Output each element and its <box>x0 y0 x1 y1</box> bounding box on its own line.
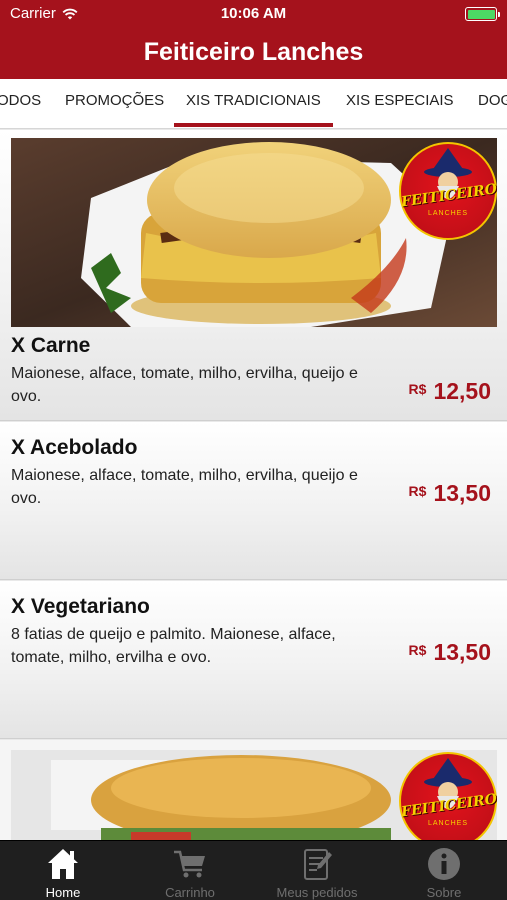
tab-xis-tradicionais[interactable]: XIS TRADICIONAIS <box>174 79 333 128</box>
item-description: 8 fatias de queijo e palmito. Maionese, … <box>11 626 336 666</box>
list-item[interactable]: X Vegetariano 8 fatias de queijo e palmi… <box>0 581 507 739</box>
app-header: Carrier 10:06 AM Feiticeiro Lanches <box>0 0 507 79</box>
tabbar-home[interactable]: Home <box>0 841 126 900</box>
price-value: 13,50 <box>433 480 491 506</box>
tabbar-label: Home <box>45 885 81 900</box>
tabbar-meus-pedidos[interactable]: Meus pedidos <box>254 841 380 900</box>
price-currency: R$ <box>408 381 427 397</box>
tab-todos[interactable]: ODOS <box>0 79 41 128</box>
tab-promocoes[interactable]: PROMOÇÕES <box>65 79 164 128</box>
item-name: X Vegetariano <box>11 595 150 618</box>
tab-xis-especiais[interactable]: XIS ESPECIAIS <box>346 79 454 128</box>
list-item[interactable]: X Acebolado Maionese, alface, tomate, mi… <box>0 422 507 580</box>
item-price: R$ 13,50 <box>409 639 491 666</box>
list-item[interactable]: FEITICEIRO LANCHES <box>0 740 507 840</box>
tab-dog[interactable]: DOG <box>478 79 507 128</box>
product-image: FEITICEIRO LANCHES <box>11 138 497 327</box>
status-bar: Carrier 10:06 AM <box>0 0 507 28</box>
cart-icon <box>174 850 205 878</box>
item-price: R$ 13,50 <box>409 480 491 507</box>
info-icon <box>428 848 460 880</box>
tabbar-sobre[interactable]: Sobre <box>381 841 507 900</box>
orders-icon <box>304 849 332 880</box>
item-name: X Carne <box>11 334 91 357</box>
item-description: Maionese, alface, tomate, milho, ervilha… <box>11 467 358 507</box>
bottom-tab-bar: Home Carrinho Meus pedidos Sobre <box>0 840 507 900</box>
logo-subtitle: LANCHES <box>427 820 469 827</box>
price-value: 13,50 <box>433 639 491 665</box>
price-value: 12,50 <box>433 378 491 404</box>
tabbar-label: Meus pedidos <box>276 885 358 900</box>
tabbar-label: Carrinho <box>165 885 215 900</box>
brand-logo: FEITICEIRO LANCHES <box>399 752 497 840</box>
item-name: X Acebolado <box>11 436 138 459</box>
category-tabs[interactable]: ODOS PROMOÇÕES XIS TRADICIONAIS XIS ESPE… <box>0 79 507 129</box>
price-currency: R$ <box>408 483 427 499</box>
home-icon <box>48 849 78 879</box>
brand-logo: FEITICEIRO LANCHES <box>399 142 497 240</box>
logo-subtitle: LANCHES <box>427 210 469 217</box>
item-description: Maionese, alface, tomate, milho, ervilha… <box>11 365 358 405</box>
status-time: 10:06 AM <box>220 5 287 22</box>
product-image: FEITICEIRO LANCHES <box>11 750 497 840</box>
tabbar-carrinho[interactable]: Carrinho <box>127 841 253 900</box>
list-item[interactable]: FEITICEIRO LANCHES X Carne Maionese, alf… <box>0 130 507 421</box>
battery-indicator <box>465 7 500 21</box>
product-list[interactable]: FEITICEIRO LANCHES X Carne Maionese, alf… <box>0 130 507 840</box>
item-price: R$ 12,50 <box>409 378 491 405</box>
page-title: Feiticeiro Lanches <box>143 38 364 66</box>
tabbar-label: Sobre <box>426 885 462 900</box>
price-currency: R$ <box>408 642 427 658</box>
battery-icon <box>465 7 500 21</box>
